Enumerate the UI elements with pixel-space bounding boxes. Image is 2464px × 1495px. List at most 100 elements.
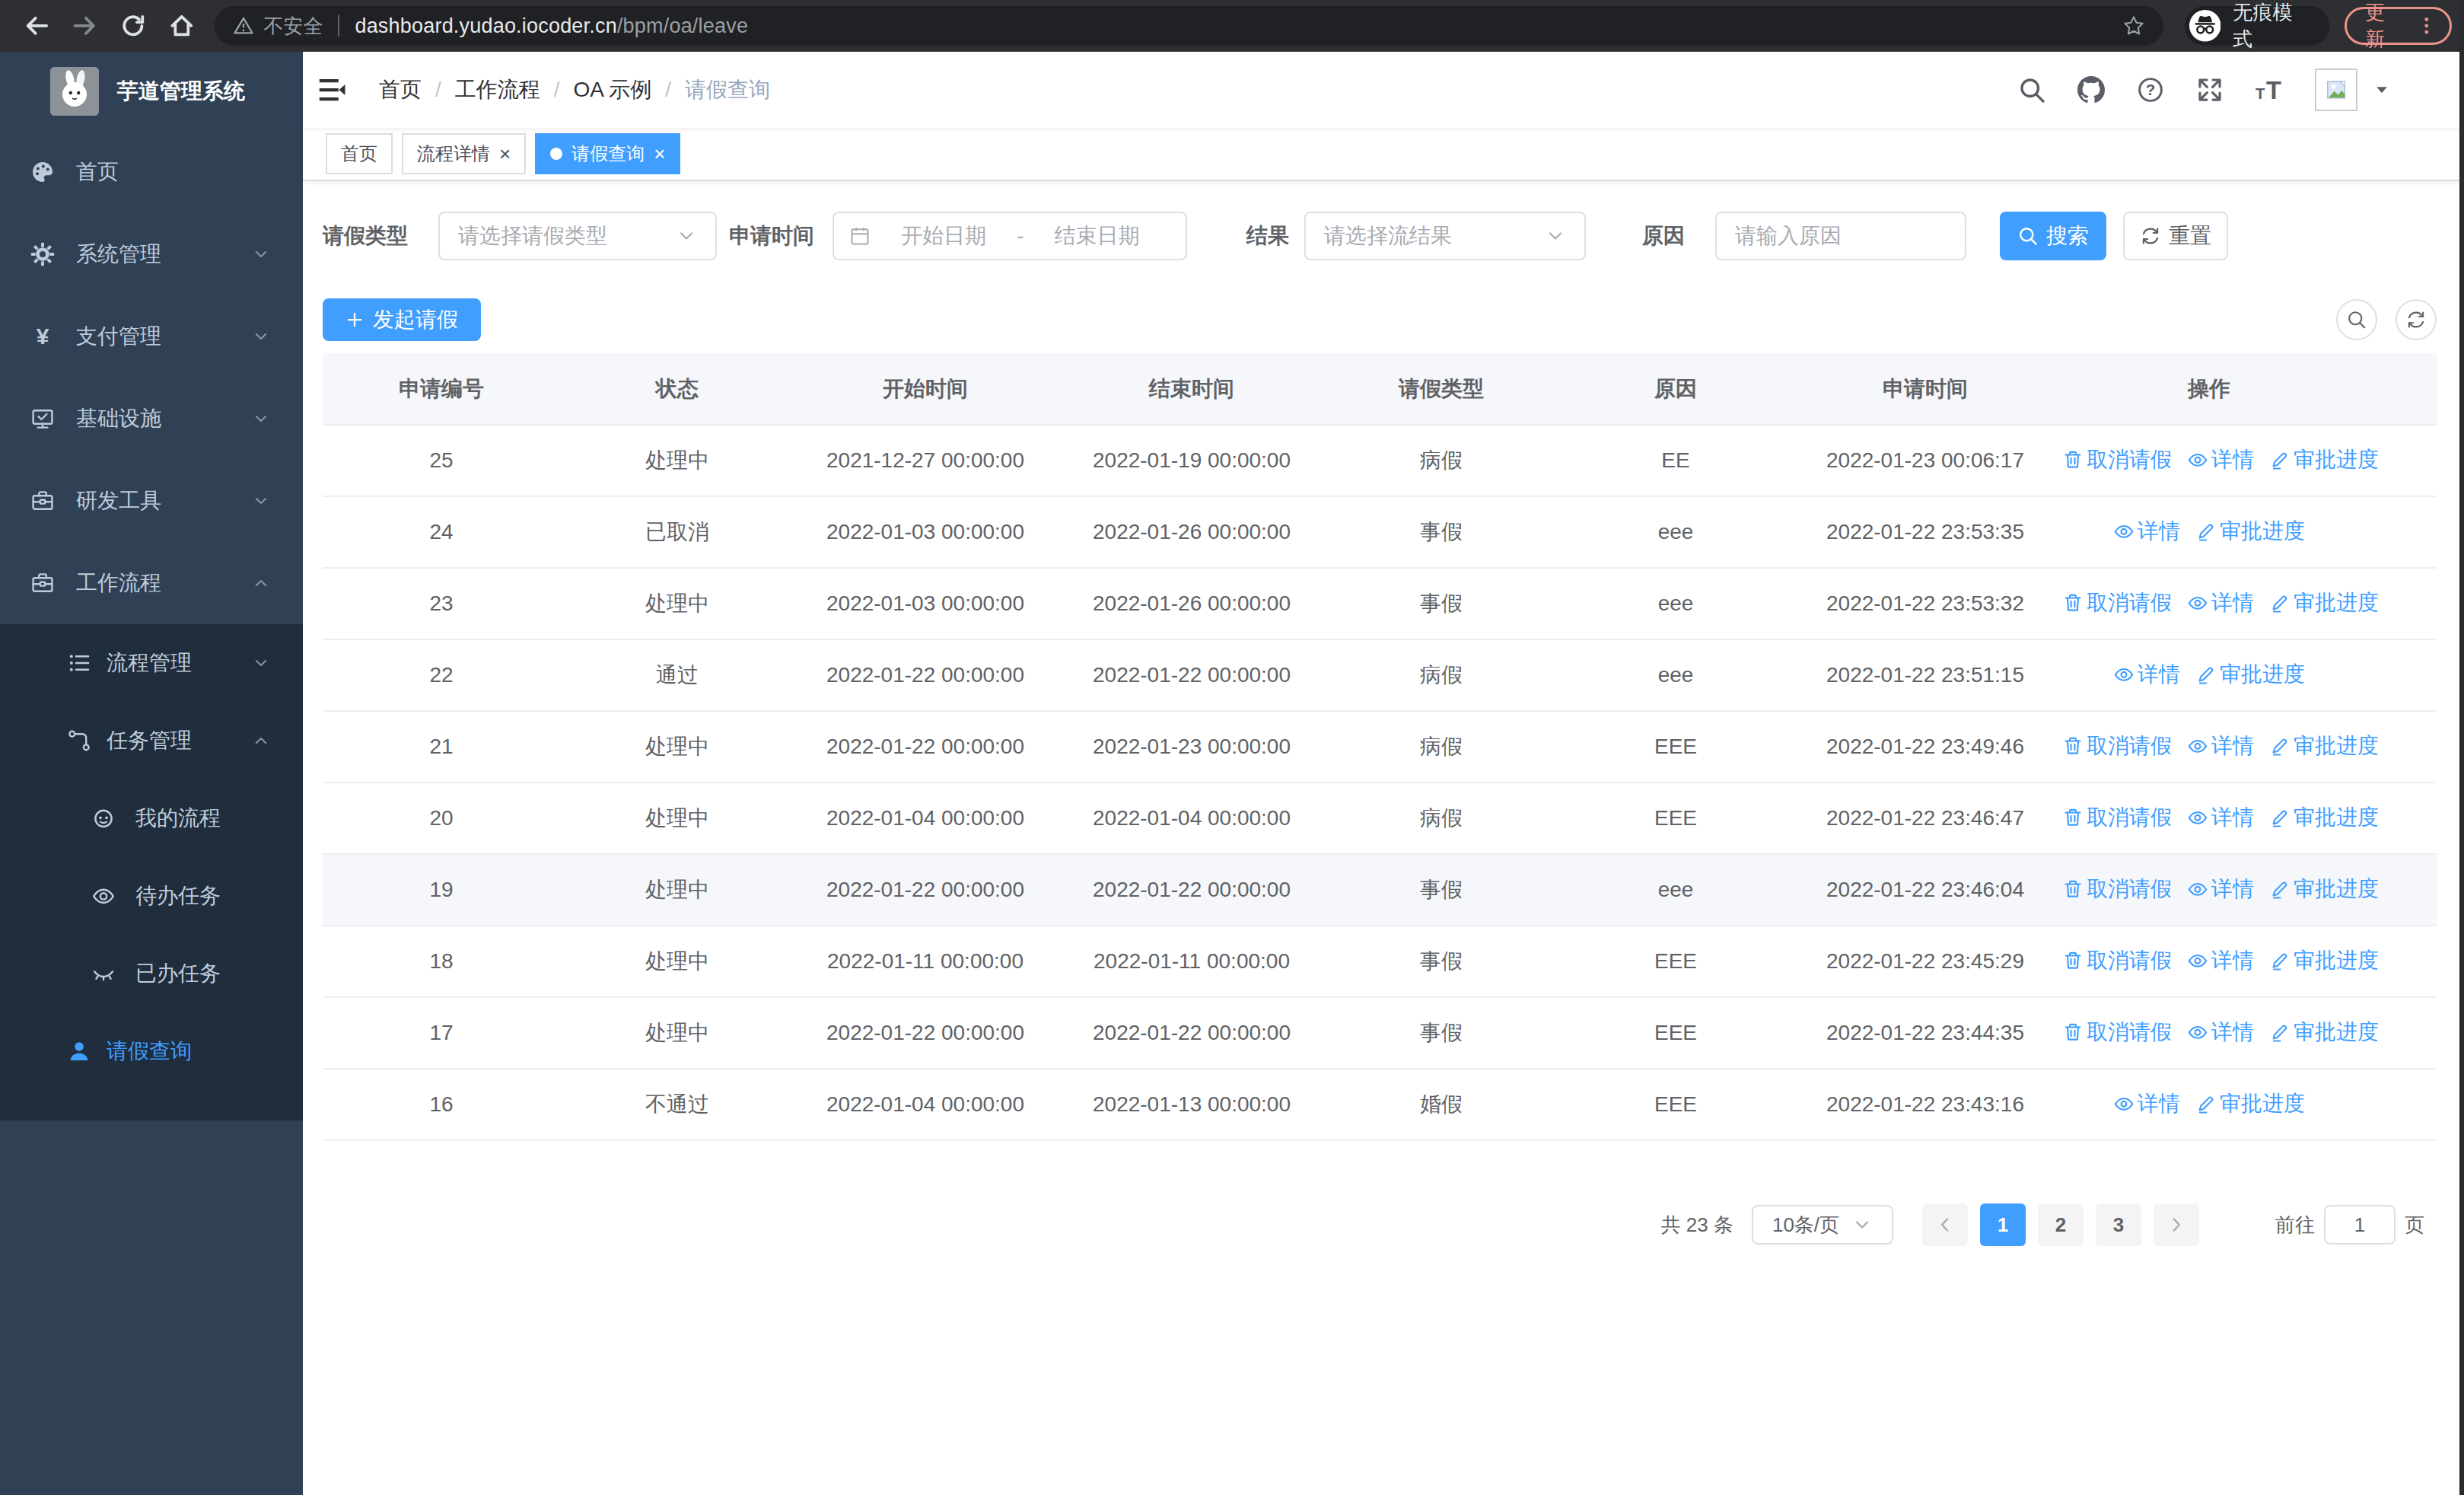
goto-page-input[interactable]: 1 [2324, 1205, 2396, 1245]
detail-action-link[interactable]: 详情 [2113, 1089, 2180, 1118]
view-icon [2187, 1022, 2208, 1043]
breadcrumb-item[interactable]: 首页 [379, 75, 422, 104]
bookmark-star-icon[interactable] [2122, 14, 2145, 37]
svg-text:T: T [2255, 85, 2265, 102]
browser-back-icon[interactable] [23, 12, 50, 40]
security-label[interactable]: 不安全 [263, 13, 323, 40]
github-icon[interactable] [2077, 76, 2105, 104]
browser-reload-icon[interactable] [119, 12, 147, 40]
sidebar-item-任务管理[interactable]: 任务管理 [0, 702, 303, 779]
page-button-3[interactable]: 3 [2096, 1203, 2141, 1246]
progress-action-link[interactable]: 审批进度 [2269, 946, 2379, 975]
sidebar-item-工作流程[interactable]: 工作流程 [0, 542, 303, 624]
cancel-action-link[interactable]: 取消请假 [2062, 875, 2172, 904]
progress-action-link[interactable]: 审批进度 [2195, 517, 2305, 546]
sidebar-item-研发工具[interactable]: 研发工具 [0, 460, 303, 542]
action-label: 详情 [2211, 1018, 2254, 1047]
font-size-icon[interactable]: TT [2255, 76, 2283, 104]
close-tab-icon[interactable]: × [499, 144, 511, 164]
refresh-table-button[interactable] [2396, 299, 2437, 340]
cancel-action-link[interactable]: 取消请假 [2062, 588, 2172, 617]
close-tab-icon[interactable]: × [654, 144, 665, 164]
url-text[interactable]: dashboard.yudao.iocoder.cn/bpm/oa/leave [355, 14, 748, 38]
progress-action-link[interactable]: 审批进度 [2195, 1089, 2305, 1118]
user-avatar[interactable] [2315, 69, 2357, 111]
view-icon [2187, 807, 2208, 828]
table-row: 19处理中2022-01-22 00:00:002022-01-22 00:00… [323, 854, 2437, 926]
action-label: 详情 [2138, 1089, 2180, 1118]
app-logo[interactable]: 芋道管理系统 [0, 52, 303, 131]
page-size-select[interactable]: 10条/页 [1752, 1205, 1893, 1245]
prev-page-button[interactable] [1922, 1203, 1968, 1246]
create-leave-button[interactable]: 发起请假 [323, 298, 481, 341]
breadcrumb-item[interactable]: 工作流程 [455, 75, 540, 104]
progress-action-link[interactable]: 审批进度 [2269, 588, 2379, 617]
browser-menu-icon[interactable] [2416, 15, 2437, 37]
page-button-1[interactable]: 1 [1980, 1203, 2026, 1246]
chevron-down-icon [253, 410, 269, 427]
search-icon[interactable] [2018, 76, 2045, 104]
sidebar-item-请假查询[interactable]: 请假查询 [0, 1012, 303, 1090]
help-icon[interactable]: ? [2137, 76, 2164, 104]
tab-首页[interactable]: 首页 [326, 133, 393, 174]
tags-view-bar: 首页流程详情×请假查询× [303, 128, 2464, 181]
reset-button[interactable]: 重置 [2123, 212, 2228, 260]
sidebar-item-基础设施[interactable]: 基础设施 [0, 378, 303, 460]
cancel-action-link[interactable]: 取消请假 [2062, 445, 2172, 474]
browser-update-button[interactable]: 更新 [2345, 7, 2452, 45]
sidebar-item-我的流程[interactable]: 我的流程 [0, 779, 303, 857]
sidebar-item-已办任务[interactable]: 已办任务 [0, 935, 303, 1012]
reason-input[interactable]: 请输入原因 [1715, 212, 1966, 260]
leave-type-select[interactable]: 请选择请假类型 [438, 212, 717, 260]
detail-action-link[interactable]: 详情 [2187, 445, 2254, 474]
progress-action-link[interactable]: 审批进度 [2269, 732, 2379, 760]
search-button[interactable]: 搜索 [2000, 212, 2106, 260]
view-icon [2187, 735, 2208, 757]
cancel-action-link[interactable]: 取消请假 [2062, 732, 2172, 760]
cell-end: 2022-01-22 00:00:00 [1056, 639, 1327, 711]
progress-action-link[interactable]: 审批进度 [2195, 660, 2305, 689]
detail-action-link[interactable]: 详情 [2187, 803, 2254, 832]
browser-home-icon[interactable] [168, 12, 196, 40]
breadcrumb-item[interactable]: OA 示例 [574, 75, 652, 104]
detail-action-link[interactable]: 详情 [2113, 517, 2180, 546]
toggle-search-button[interactable] [2336, 299, 2377, 340]
cell-status: 不通过 [560, 1069, 794, 1140]
tab-流程详情[interactable]: 流程详情× [402, 133, 526, 174]
progress-action-link[interactable]: 审批进度 [2269, 1018, 2379, 1047]
sidebar-item-首页[interactable]: 首页 [0, 131, 303, 213]
sidebar-item-流程管理[interactable]: 流程管理 [0, 624, 303, 702]
next-page-button[interactable] [2154, 1203, 2199, 1246]
cell-id: 24 [323, 496, 560, 568]
address-bar[interactable]: 不安全 dashboard.yudao.iocoder.cn/bpm/oa/le… [215, 6, 2163, 46]
detail-action-link[interactable]: 详情 [2187, 946, 2254, 975]
browser-forward-icon[interactable] [72, 12, 99, 40]
page-button-2[interactable]: 2 [2038, 1203, 2084, 1246]
action-label: 详情 [2211, 588, 2254, 617]
progress-action-link[interactable]: 审批进度 [2269, 803, 2379, 832]
chevron-down-icon [676, 225, 697, 247]
detail-action-link[interactable]: 详情 [2113, 660, 2180, 689]
sidebar-item-待办任务[interactable]: 待办任务 [0, 857, 303, 935]
cancel-action-link[interactable]: 取消请假 [2062, 1018, 2172, 1047]
detail-action-link[interactable]: 详情 [2187, 1018, 2254, 1047]
result-select[interactable]: 请选择流结果 [1304, 212, 1586, 260]
fullscreen-icon[interactable] [2196, 76, 2224, 104]
cancel-action-link[interactable]: 取消请假 [2062, 946, 2172, 975]
page-unit-label: 页 [2405, 1212, 2424, 1238]
apply-time-range-picker[interactable]: 开始日期 - 结束日期 [832, 212, 1187, 260]
cancel-action-link[interactable]: 取消请假 [2062, 803, 2172, 832]
detail-action-link[interactable]: 详情 [2187, 732, 2254, 760]
refresh-icon [2140, 225, 2161, 247]
sidebar-toggle-icon[interactable] [317, 75, 347, 105]
tab-请假查询[interactable]: 请假查询× [535, 133, 680, 174]
caret-down-icon[interactable] [2373, 81, 2391, 99]
progress-action-link[interactable]: 审批进度 [2269, 445, 2379, 474]
sidebar-item-系统管理[interactable]: 系统管理 [0, 213, 303, 295]
detail-action-link[interactable]: 详情 [2187, 875, 2254, 904]
goto-label: 前往 [2275, 1212, 2315, 1238]
cell-id: 23 [323, 568, 560, 639]
sidebar-item-支付管理[interactable]: ¥支付管理 [0, 295, 303, 378]
detail-action-link[interactable]: 详情 [2187, 588, 2254, 617]
progress-action-link[interactable]: 审批进度 [2269, 875, 2379, 904]
